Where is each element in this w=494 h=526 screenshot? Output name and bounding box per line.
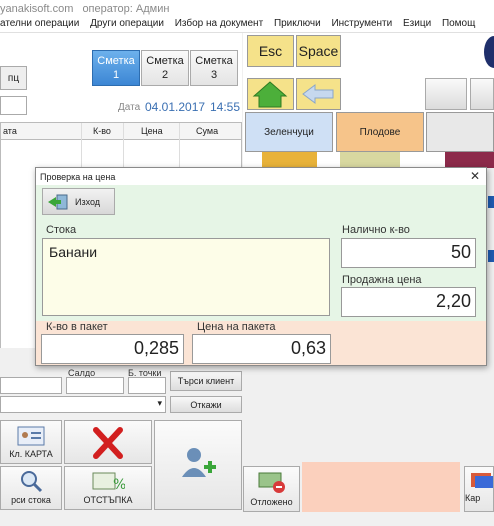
account-3-button[interactable]: Сметка 3	[190, 50, 238, 86]
partial-logo-icon	[470, 35, 494, 69]
account-3-label: Сметка	[195, 55, 233, 67]
postponed-button[interactable]: Отложено	[243, 466, 300, 512]
item-name-value: Банани	[49, 244, 98, 260]
qty-field: 50	[341, 238, 476, 268]
client-card-label: Кл. КАРТА	[9, 449, 53, 459]
points-field[interactable]	[128, 377, 166, 394]
date-value: 04.01.2017	[145, 100, 206, 114]
menu-item-operations[interactable]: ателни операции	[0, 18, 79, 29]
svg-text:%: %	[113, 477, 125, 493]
esc-key[interactable]: Esc	[247, 35, 294, 67]
card-payment-button[interactable]: Кар	[464, 466, 494, 512]
window-titlebar: yanakisoft.com оператор: Админ	[0, 0, 494, 18]
client-name-field[interactable]	[0, 377, 62, 394]
product-image-strip	[445, 152, 494, 168]
grid-header-price: Цена	[141, 126, 163, 136]
home-button[interactable]	[247, 78, 294, 110]
discount-label: ОТСТЪПКА	[83, 495, 133, 505]
magnifier-icon	[21, 471, 43, 493]
site-name: yanakisoft.com	[0, 3, 74, 15]
item-name-field: Банани	[42, 238, 330, 316]
close-icon[interactable]: ✕	[470, 169, 480, 183]
dialog-titlebar: Проверка на цена ✕	[36, 168, 486, 185]
time-value: 14:55	[210, 100, 241, 114]
account-1-label: Сметка	[97, 55, 135, 67]
menu-item-tools[interactable]: Инструменти	[331, 18, 392, 29]
product-image-strip	[262, 152, 317, 168]
space-key[interactable]: Space	[296, 35, 341, 67]
grid-header-sum: Сума	[196, 126, 219, 136]
pc-button[interactable]: пц	[0, 66, 27, 90]
postponed-label: Отложено	[250, 497, 293, 507]
discount-button[interactable]: % ОТСТЪПКА	[64, 466, 152, 510]
menu-item-other-operations[interactable]: Други операции	[90, 18, 164, 29]
grid-header-name: ата	[3, 126, 17, 136]
category-other[interactable]	[426, 112, 494, 152]
account-3-number: 3	[210, 69, 218, 81]
menu-item-help[interactable]: Помощ	[442, 18, 475, 29]
account-2-number: 2	[161, 69, 169, 81]
delete-button[interactable]	[64, 420, 152, 464]
cancel-client-button[interactable]: Откажи	[170, 396, 242, 413]
price-check-dialog: Проверка на цена ✕ Изход Стока Банани На…	[35, 167, 487, 366]
search-stock-label: рси стока	[11, 495, 51, 505]
menu-item-finish[interactable]: Приключи	[274, 18, 321, 29]
search-stock-button[interactable]: рси стока	[0, 466, 62, 510]
add-client-button[interactable]	[154, 420, 242, 510]
package-section: К-во в пакет 0,285 Цена на пакета 0,63	[36, 321, 486, 365]
add-user-icon	[182, 448, 216, 477]
blank-button[interactable]	[470, 78, 494, 110]
client-select[interactable]: ▾	[0, 396, 166, 413]
pc-input[interactable]	[0, 96, 27, 115]
partial-side-link	[488, 250, 494, 262]
price-label: Продажна цена	[342, 274, 422, 286]
product-image-strip	[340, 152, 400, 168]
price-value: 2,20	[435, 291, 471, 311]
pack-qty-field: 0,285	[41, 334, 184, 364]
exit-button[interactable]: Изход	[42, 188, 115, 215]
dialog-title: Проверка на цена	[40, 172, 116, 182]
back-arrow-icon	[302, 84, 334, 104]
qty-label: Налично к-во	[342, 224, 410, 236]
partial-side-link	[488, 196, 494, 208]
operator-name: оператор: Админ	[82, 3, 170, 15]
item-label: Стока	[46, 224, 77, 236]
empty-action-panel	[302, 462, 460, 512]
postpone-cash-icon	[258, 472, 285, 493]
menu-bar: ателни операции Други операции Избор на …	[0, 18, 494, 33]
blank-button[interactable]	[425, 78, 467, 110]
account-2-button[interactable]: Сметка 2	[141, 50, 189, 86]
date-label: Дата	[118, 102, 141, 113]
grid-header-qty: К-во	[93, 126, 111, 136]
search-client-button[interactable]: Търси клиент	[170, 371, 242, 391]
category-fruits[interactable]: Плодове	[336, 112, 424, 152]
back-button[interactable]	[296, 78, 341, 110]
chevron-down-icon: ▾	[157, 398, 162, 408]
cards-icon	[471, 473, 493, 488]
grid-header: ата К-во Цена Сума	[1, 123, 241, 140]
account-1-button[interactable]: Сметка 1	[92, 50, 140, 86]
id-card-icon	[17, 426, 45, 446]
price-field: 2,20	[341, 287, 476, 317]
menu-item-languages[interactable]: Езици	[403, 18, 431, 29]
pack-price-field: 0,63	[192, 334, 331, 364]
menu-item-document-select[interactable]: Избор на документ	[175, 18, 263, 29]
exit-door-icon	[48, 194, 68, 209]
client-card-button[interactable]: Кл. КАРТА	[0, 420, 62, 464]
saldo-field[interactable]	[66, 377, 124, 394]
home-icon	[252, 81, 288, 108]
account-1-number: 1	[112, 69, 120, 81]
red-x-icon	[93, 427, 123, 459]
pack-qty-label: К-во в пакет	[46, 321, 108, 333]
pack-price-value: 0,63	[290, 338, 326, 358]
pack-qty-value: 0,285	[133, 338, 179, 358]
pack-price-label: Цена на пакета	[197, 321, 276, 333]
card-payment-label: Кар	[465, 493, 481, 503]
category-vegetables[interactable]: Зеленчуци	[245, 112, 333, 152]
discount-icon: %	[92, 472, 126, 493]
account-2-label: Сметка	[146, 55, 184, 67]
exit-label: Изход	[75, 196, 101, 207]
qty-value: 50	[450, 242, 471, 262]
